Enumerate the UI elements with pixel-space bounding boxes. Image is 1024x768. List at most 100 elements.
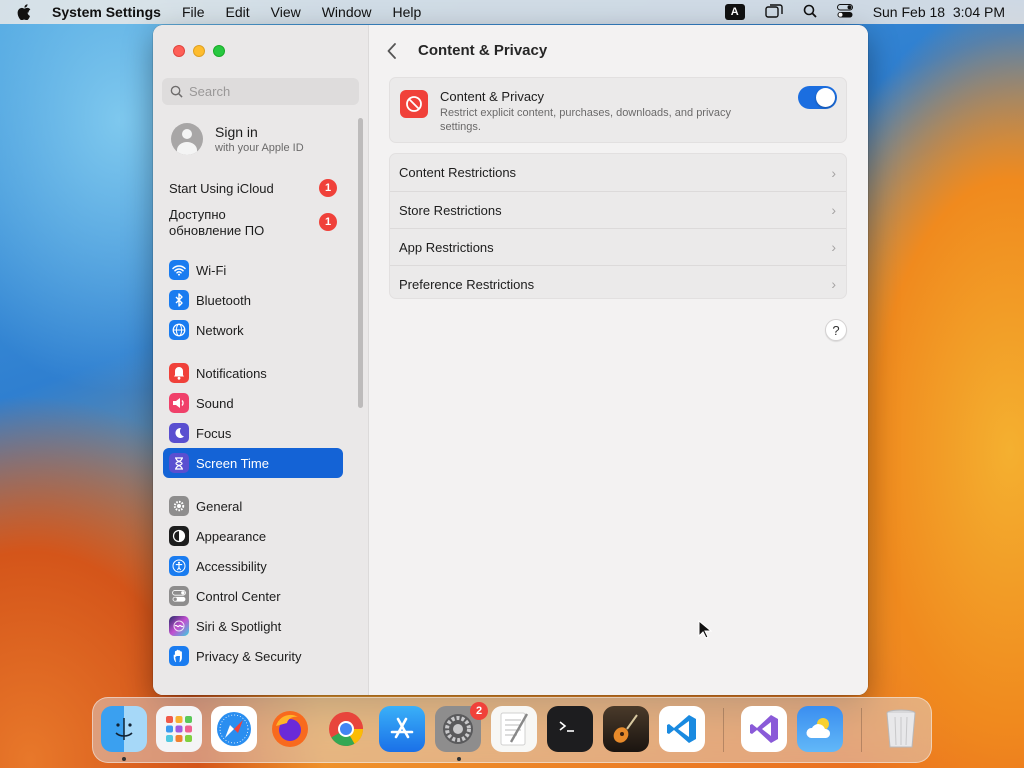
dock-finder[interactable] (101, 706, 147, 752)
sidebar-item-label: General (196, 498, 243, 514)
row-store-restrictions[interactable]: Store Restrictions › (390, 191, 846, 228)
dock-separator (861, 708, 862, 752)
firefox-icon (272, 711, 308, 747)
sidebar-item-label: Privacy & Security (196, 648, 302, 664)
signin-subtitle: with your Apple ID (215, 142, 304, 154)
safari-icon (217, 712, 251, 746)
restrictions-list: Content Restrictions › Store Restriction… (389, 153, 847, 299)
dock-garageband[interactable] (603, 706, 649, 752)
wifi-icon (169, 260, 189, 280)
visual-studio-icon (750, 715, 778, 743)
vscode-icon (667, 715, 696, 743)
spotlight-search-icon[interactable] (803, 4, 817, 21)
running-indicator (457, 757, 461, 761)
row-label: App Restrictions (399, 239, 494, 255)
dock: 2 (92, 697, 932, 763)
icloud-badge: 1 (319, 179, 337, 197)
close-window-button[interactable] (173, 45, 185, 57)
sidebar-item-privacy-security[interactable]: Privacy & Security (163, 641, 343, 671)
sidebar-item-sound[interactable]: Sound (163, 388, 343, 418)
dock-launchpad[interactable] (156, 706, 202, 752)
content-pane: Content & Privacy Content & Privacy Rest… (370, 25, 868, 695)
chevron-right-icon: › (831, 276, 836, 292)
sidebar-scrollbar[interactable] (358, 118, 363, 408)
row-label: Content Restrictions (399, 165, 517, 180)
dock-textedit[interactable] (491, 706, 537, 752)
app-store-icon (390, 717, 414, 739)
row-preference-restrictions[interactable]: Preference Restrictions › (390, 265, 846, 302)
sidebar-item-label: Appearance (196, 528, 267, 544)
row-app-restrictions[interactable]: App Restrictions › (390, 228, 846, 265)
search-icon (170, 85, 183, 98)
trash-icon (886, 709, 916, 748)
notice-label: Start Using iCloud (169, 181, 274, 196)
menu-window[interactable]: Window (322, 4, 372, 20)
dock-chrome[interactable] (323, 706, 369, 752)
system-settings-badge: 2 (470, 702, 488, 720)
menu-edit[interactable]: Edit (226, 4, 250, 20)
row-content-restrictions[interactable]: Content Restrictions › (390, 154, 846, 191)
sidebar-item-software-update[interactable]: Доступно обновление ПО (169, 207, 289, 239)
sidebar: Search Sign in with your Apple ID Start … (153, 25, 369, 695)
dock-trash[interactable] (878, 706, 924, 752)
bell-icon (169, 363, 189, 383)
dock-weather[interactable] (797, 706, 843, 752)
sidebar-item-label: Control Center (196, 588, 281, 604)
sidebar-item-general[interactable]: General (163, 491, 343, 521)
dock-visual-studio[interactable] (741, 706, 787, 752)
running-indicator (122, 757, 126, 761)
sidebar-item-notifications[interactable]: Notifications (163, 358, 343, 388)
back-button[interactable] (387, 42, 397, 65)
content-privacy-toggle[interactable] (798, 86, 837, 109)
dock-firefox[interactable] (267, 706, 313, 752)
dock-vscode[interactable] (659, 706, 705, 752)
input-source-icon[interactable]: A (724, 4, 745, 20)
menu-clock[interactable]: Sun Feb 18 3:04 PM (873, 4, 1005, 20)
dock-safari[interactable] (211, 706, 257, 752)
settings-window: Search Sign in with your Apple ID Start … (153, 25, 868, 695)
sidebar-item-bluetooth[interactable]: Bluetooth (163, 285, 343, 315)
sidebar-item-label: Focus (196, 425, 232, 441)
siri-icon (169, 616, 189, 636)
dock-app-store[interactable] (379, 706, 425, 752)
launchpad-icon (166, 716, 192, 742)
menu-app-name[interactable]: System Settings (52, 4, 161, 20)
sidebar-item-siri-spotlight[interactable]: Siri & Spotlight (163, 611, 343, 641)
sidebar-item-appearance[interactable]: Appearance (163, 521, 343, 551)
menu-file[interactable]: File (182, 4, 205, 20)
dock-separator (723, 708, 724, 752)
sidebar-item-label: Network (196, 322, 244, 338)
sidebar-item-control-center[interactable]: Control Center (163, 581, 343, 611)
menu-help[interactable]: Help (393, 4, 422, 20)
control-center-icon[interactable] (836, 3, 853, 21)
chevron-right-icon: › (831, 239, 836, 255)
sidebar-item-label: Siri & Spotlight (196, 618, 282, 634)
hand-icon (169, 646, 189, 666)
row-label: Store Restrictions (399, 202, 502, 218)
sidebar-item-focus[interactable]: Focus (163, 418, 343, 448)
menu-view[interactable]: View (271, 4, 301, 20)
sidebar-item-label: Sound (196, 395, 234, 411)
sidebar-item-label: Screen Time (196, 455, 269, 471)
apple-menu-icon[interactable] (17, 4, 35, 20)
zoom-window-button[interactable] (213, 45, 225, 57)
sidebar-item-network[interactable]: Network (163, 315, 343, 345)
minimize-window-button[interactable] (193, 45, 205, 57)
chevron-right-icon: › (831, 202, 836, 218)
software-update-badge: 1 (319, 213, 337, 231)
speaker-icon (169, 393, 189, 413)
sidebar-item-icloud[interactable]: Start Using iCloud (169, 181, 274, 197)
sidebar-item-wifi[interactable]: Wi-Fi (163, 255, 343, 285)
search-placeholder: Search (189, 84, 231, 99)
search-input[interactable]: Search (162, 78, 359, 105)
dock-terminal[interactable] (547, 706, 593, 752)
content-privacy-card: Content & Privacy Restrict explicit cont… (389, 77, 847, 143)
sidebar-item-screen-time[interactable]: Screen Time (163, 448, 343, 478)
help-button[interactable]: ? (825, 319, 847, 341)
weather-icon (806, 718, 831, 738)
sidebar-item-accessibility[interactable]: Accessibility (163, 551, 343, 581)
bluetooth-icon (169, 290, 189, 310)
content-privacy-title: Content & Privacy (440, 89, 545, 104)
window-switcher-icon[interactable] (764, 3, 783, 21)
apple-id-signin[interactable]: Sign in with your Apple ID (171, 123, 304, 155)
